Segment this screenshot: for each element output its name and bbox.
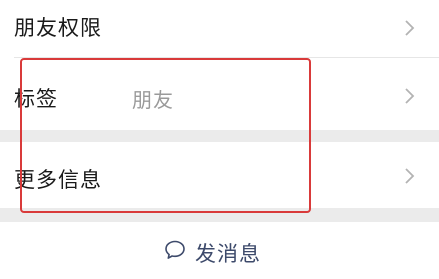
send-message-label: 发消息 — [195, 242, 261, 266]
tags-row[interactable]: 标签 朋友 — [0, 58, 439, 130]
friend-permissions-label: 朋友权限 — [14, 16, 102, 40]
tags-value: 朋友 — [132, 88, 174, 112]
section-separator — [0, 208, 439, 222]
tags-label: 标签 — [14, 87, 58, 111]
chat-bubble-icon — [165, 240, 185, 259]
chevron-right-icon — [405, 88, 415, 104]
contact-detail-screen: 朋友权限 标签 朋友 更多信息 发消息 — [0, 0, 439, 279]
chevron-right-icon — [405, 20, 415, 36]
chevron-right-icon — [405, 168, 415, 184]
more-info-row[interactable]: 更多信息 — [0, 142, 439, 208]
friend-permissions-row[interactable]: 朋友权限 — [0, 0, 439, 56]
section-separator — [0, 130, 439, 142]
more-info-label: 更多信息 — [14, 168, 102, 192]
